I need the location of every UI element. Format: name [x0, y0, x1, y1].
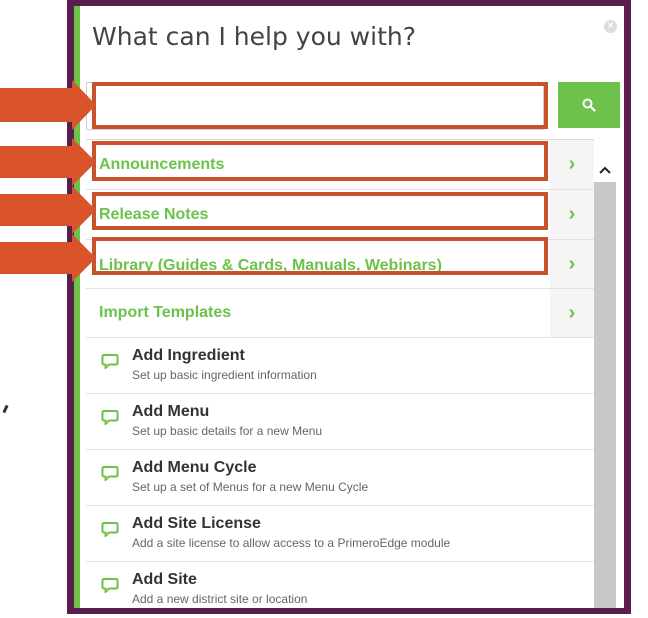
- chat-bubble-icon: [101, 466, 119, 481]
- item-subtitle: Add a site license to allow access to a …: [132, 536, 451, 550]
- item-title: Add Ingredient: [132, 347, 245, 364]
- release-notes-highlight-box: [92, 192, 548, 230]
- chat-bubble-icon: [101, 410, 119, 425]
- item-subtitle: Set up a set of Menus for a new Menu Cyc…: [132, 480, 369, 494]
- callout-arrow-icon: [0, 186, 96, 234]
- chevron-right-icon[interactable]: ›: [550, 240, 594, 288]
- item-subtitle: Add a new district site or location: [132, 592, 308, 606]
- library-highlight-box: [92, 237, 548, 275]
- list-item[interactable]: Add Menu Cycle Set up a set of Menus for…: [86, 450, 594, 506]
- callout-arrow-icon: [0, 234, 96, 282]
- list-item[interactable]: Add Ingredient Set up basic ingredient i…: [86, 338, 594, 394]
- list-item[interactable]: Add Site Add a new district site or loca…: [86, 562, 594, 608]
- close-icon[interactable]: ✕: [604, 20, 617, 33]
- item-title: Add Site: [132, 571, 197, 588]
- section-import-templates[interactable]: Import Templates ›: [86, 289, 594, 338]
- scroll-thumb[interactable]: [594, 182, 616, 608]
- chevron-right-icon[interactable]: ›: [550, 140, 594, 189]
- search-highlight-box: [92, 82, 548, 129]
- scrollbar[interactable]: [594, 158, 616, 608]
- callout-arrow-icon: [0, 138, 96, 186]
- chat-bubble-icon: [101, 522, 119, 537]
- list-item[interactable]: Add Menu Set up basic details for a new …: [86, 394, 594, 450]
- item-subtitle: Set up basic details for a new Menu: [132, 424, 323, 438]
- chat-bubble-icon: [101, 354, 119, 369]
- search-button[interactable]: [558, 82, 620, 128]
- chevron-right-icon[interactable]: ›: [550, 289, 594, 337]
- panel-title: What can I help you with?: [92, 22, 416, 51]
- announcements-highlight-box: [92, 141, 548, 181]
- chat-bubble-icon: [101, 578, 119, 593]
- list-item[interactable]: Add Site License Add a site license to a…: [86, 506, 594, 562]
- scroll-up-button[interactable]: [594, 158, 616, 182]
- search-icon: [582, 98, 596, 112]
- item-subtitle: Set up basic ingredient information: [132, 368, 317, 382]
- item-title: Add Menu: [132, 403, 210, 420]
- stray-mark: [2, 404, 9, 414]
- section-label: Import Templates: [99, 304, 232, 321]
- chevron-up-icon: [599, 166, 611, 174]
- item-title: Add Site License: [132, 515, 261, 532]
- chevron-right-icon[interactable]: ›: [550, 190, 594, 239]
- callout-arrow-icon: [0, 80, 96, 130]
- item-title: Add Menu Cycle: [132, 459, 257, 476]
